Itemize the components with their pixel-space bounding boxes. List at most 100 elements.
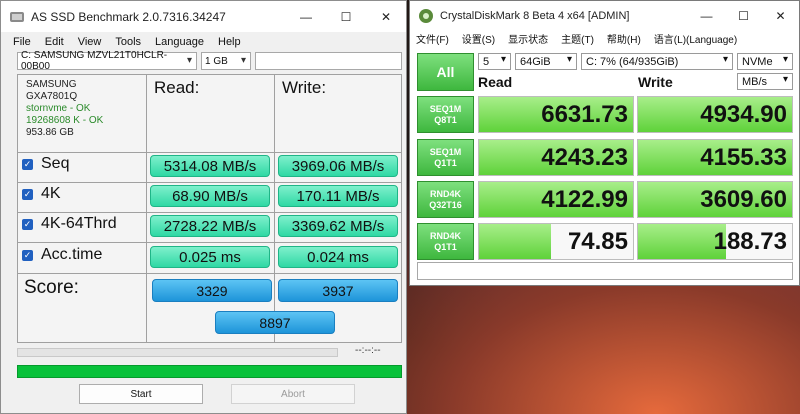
- checkbox-icon[interactable]: ✓: [22, 218, 33, 230]
- test-button[interactable]: RND4K Q1T1: [417, 223, 474, 260]
- menu-file[interactable]: 文件(F): [416, 31, 449, 46]
- test-label-line2: Q1T1: [434, 242, 457, 252]
- menu-language[interactable]: Language: [149, 36, 212, 48]
- write-result: 3609.60: [637, 181, 793, 218]
- drive-select[interactable]: C: 7% (64/935GiB) ▾: [581, 53, 733, 70]
- chevron-down-icon: ▾: [782, 74, 788, 85]
- all-button[interactable]: All: [417, 53, 474, 91]
- size-select[interactable]: 1 GB ▾: [201, 52, 251, 70]
- checkbox-icon[interactable]: ✓: [22, 158, 33, 170]
- drive-size: 953.86 GB: [26, 127, 74, 138]
- menu-help[interactable]: Help: [212, 36, 249, 48]
- window-title: AS SSD Benchmark 2.0.7316.34247: [31, 9, 226, 24]
- abort-button[interactable]: Abort: [231, 384, 355, 404]
- menu-tools[interactable]: Tools: [109, 36, 149, 48]
- test-label-line2: Q1T1: [434, 158, 457, 168]
- test-label-line1: SEQ1M: [429, 104, 462, 114]
- size-select-value: 1 GB: [205, 55, 228, 67]
- write-value: 3609.60: [700, 186, 787, 213]
- chevron-down-icon: ▾: [782, 54, 788, 65]
- write-value: 4155.33: [700, 144, 787, 171]
- close-icon[interactable]: ✕: [366, 1, 406, 32]
- crystaldiskmark-window: CrystalDiskMark 8 Beta 4 x64 [ADMIN] — ☐…: [409, 0, 800, 286]
- result-text-field[interactable]: [255, 52, 402, 70]
- score-label: Score:: [24, 277, 79, 298]
- menu-bar: File Edit View Tools Language Help: [1, 32, 406, 51]
- row-seq-label[interactable]: ✓ Seq: [22, 155, 69, 173]
- close-icon[interactable]: ✕: [762, 1, 799, 30]
- maximize-icon[interactable]: ☐: [326, 1, 366, 32]
- test-label-line1: RND4K: [429, 231, 461, 241]
- test-label-line2: Q8T1: [434, 115, 457, 125]
- score-area: Score: 3329 3937 8897: [18, 273, 401, 342]
- size-select[interactable]: 64GiB ▾: [515, 53, 577, 70]
- mode-select[interactable]: NVMe ▾: [737, 53, 793, 70]
- read-value: 74.85: [567, 228, 628, 255]
- write-result: 4934.90: [637, 96, 793, 133]
- menu-settings[interactable]: 设置(S): [462, 31, 495, 46]
- read-result: 4243.23: [478, 139, 634, 176]
- chevron-down-icon: ▾: [186, 55, 192, 66]
- test-button[interactable]: SEQ1M Q1T1: [417, 139, 474, 176]
- write-result: 188.73: [637, 223, 793, 260]
- seq-write-value: 3969.06 MB/s: [278, 155, 398, 177]
- acctime-read-value: 0.025 ms: [150, 246, 270, 268]
- drive-model: GXA7801Q: [26, 91, 78, 102]
- read-value: 4122.99: [541, 186, 628, 213]
- score-total: 8897: [215, 311, 335, 334]
- 4k-write-value: 170.11 MB/s: [278, 185, 398, 207]
- write-result: 4155.33: [637, 139, 793, 176]
- as-ssd-window: AS SSD Benchmark 2.0.7316.34247 — ☐ ✕ Fi…: [0, 0, 407, 414]
- row-label-text: Seq: [41, 155, 70, 172]
- read-result: 6631.73: [478, 96, 634, 133]
- read-header: Read: [478, 74, 513, 90]
- title-bar: CrystalDiskMark 8 Beta 4 x64 [ADMIN] — ☐…: [410, 1, 799, 30]
- row-label-text: 4K: [41, 185, 61, 202]
- menu-edit[interactable]: Edit: [39, 36, 72, 48]
- results-grid: SAMSUNG GXA7801Q stornvme - OK 19268608 …: [17, 74, 402, 343]
- menu-theme[interactable]: 主题(T): [561, 31, 594, 46]
- drive-select-value: C: SAMSUNG MZVL21T0HCLR-00B00: [21, 50, 168, 72]
- count-select[interactable]: 5 ▾: [478, 53, 511, 70]
- write-header: Write: [638, 74, 673, 90]
- score-write: 3937: [278, 279, 398, 302]
- checkbox-icon[interactable]: ✓: [22, 188, 33, 200]
- test-label-line1: SEQ1M: [429, 147, 462, 157]
- menu-profile[interactable]: 显示状态: [508, 31, 548, 46]
- drive-info: SAMSUNG GXA7801Q stornvme - OK 19268608 …: [26, 79, 103, 139]
- comment-field[interactable]: [417, 262, 793, 280]
- test-label-line2: Q32T16: [429, 200, 462, 210]
- row-acctime-label[interactable]: ✓ Acc.time: [22, 246, 102, 264]
- menu-file[interactable]: File: [7, 36, 39, 48]
- test-label-line1: RND4K: [429, 189, 461, 199]
- unit-select[interactable]: MB/s ▾: [737, 73, 793, 90]
- row-label-text: 4K-64Thrd: [41, 215, 117, 232]
- checkbox-icon[interactable]: ✓: [22, 249, 33, 261]
- size-value: 64GiB: [520, 55, 551, 68]
- write-value: 4934.90: [700, 101, 787, 128]
- driver-status: stornvme - OK: [26, 103, 91, 114]
- chevron-down-icon: ▾: [500, 54, 506, 65]
- test-button[interactable]: SEQ1M Q8T1: [417, 96, 474, 133]
- row-4k-label[interactable]: ✓ 4K: [22, 185, 61, 203]
- 4k-read-value: 68.90 MB/s: [150, 185, 270, 207]
- row-4k64-label[interactable]: ✓ 4K-64Thrd: [22, 215, 117, 233]
- drive-select[interactable]: C: SAMSUNG MZVL21T0HCLR-00B00 ▾: [17, 50, 197, 72]
- write-value: 188.73: [713, 228, 787, 255]
- minimize-icon[interactable]: —: [688, 1, 725, 30]
- overall-progress-bar: [17, 365, 402, 378]
- start-button[interactable]: Start: [79, 384, 203, 404]
- test-button[interactable]: RND4K Q32T16: [417, 181, 474, 218]
- menu-help[interactable]: 帮助(H): [607, 31, 641, 46]
- maximize-icon[interactable]: ☐: [725, 1, 762, 30]
- menu-language[interactable]: 语言(L)(Language): [654, 31, 737, 46]
- 4k64-read-value: 2728.22 MB/s: [150, 215, 270, 237]
- read-header: Read:: [154, 78, 200, 97]
- menu-view[interactable]: View: [72, 36, 110, 48]
- 4k64-write-value: 3369.62 MB/s: [278, 215, 398, 237]
- chevron-down-icon: ▾: [722, 54, 728, 65]
- score-read: 3329: [152, 279, 272, 302]
- minimize-icon[interactable]: —: [286, 1, 326, 32]
- chevron-down-icon: ▾: [566, 54, 572, 65]
- read-value: 4243.23: [541, 144, 628, 171]
